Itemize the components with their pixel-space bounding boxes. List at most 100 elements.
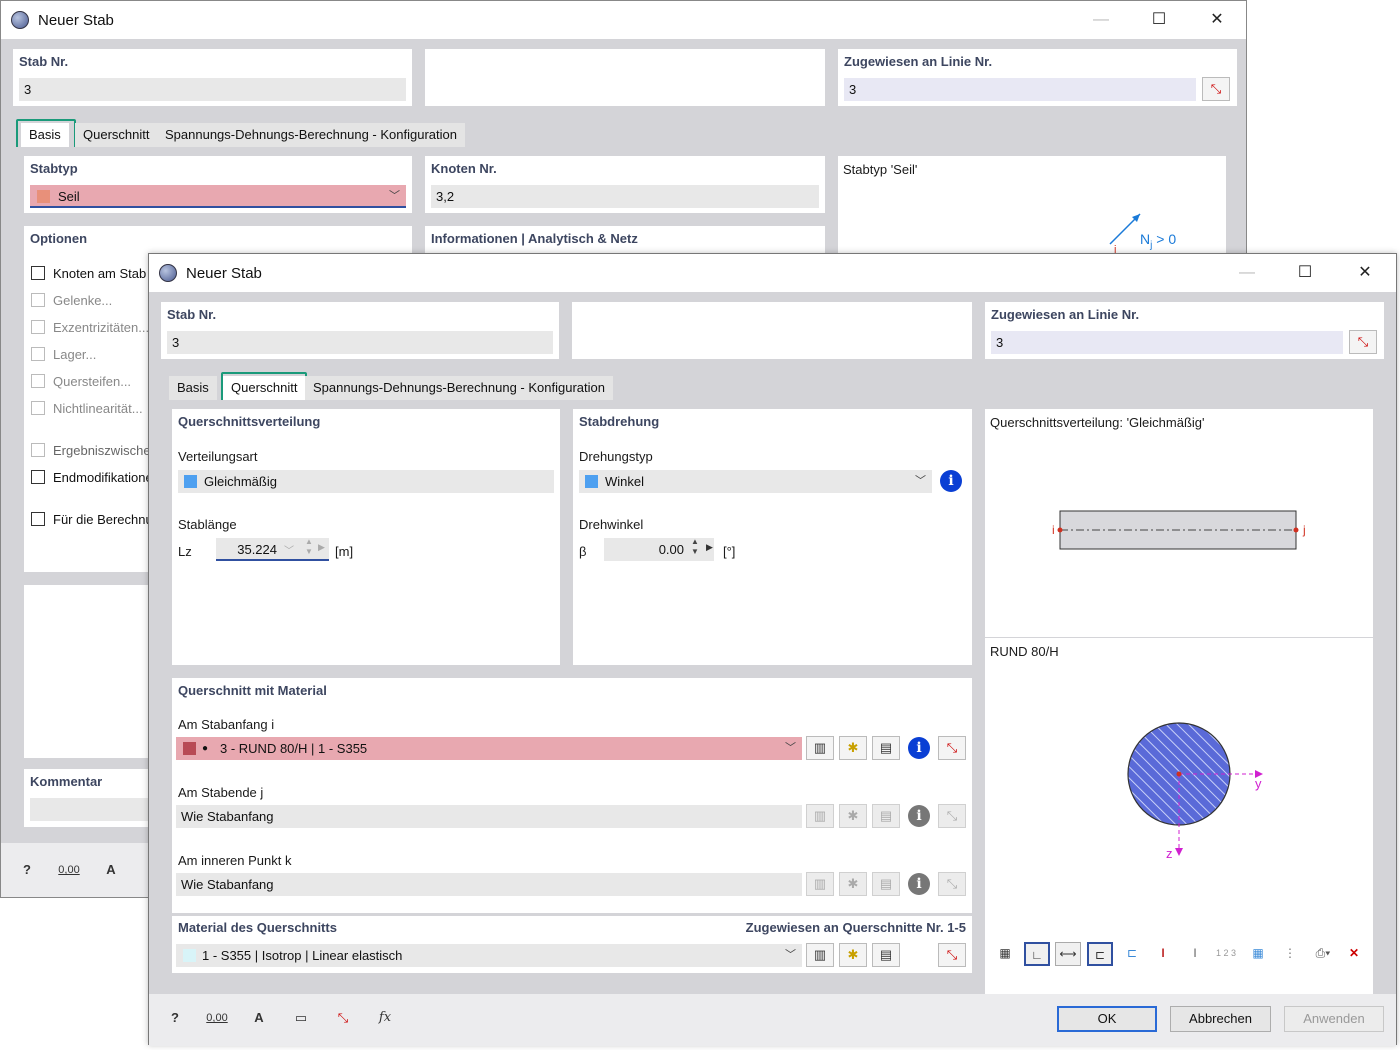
material-value: 1 - S355 | Isotrop | Linear elastisch bbox=[202, 948, 403, 963]
maximize-icon[interactable]: ☐ bbox=[1293, 262, 1317, 284]
checkbox-berechnung[interactable] bbox=[31, 512, 45, 526]
shear-center-icon[interactable]: ⊏ bbox=[1087, 942, 1113, 966]
apply-button[interactable]: Anwenden bbox=[1284, 1006, 1384, 1032]
stabtyp-select[interactable]: Seil ﹀ bbox=[30, 185, 406, 208]
width-dim-icon[interactable]: ⟷ bbox=[1055, 942, 1081, 966]
checkbox-exzentrizitaeten[interactable] bbox=[31, 320, 45, 334]
beta-spin-icon[interactable]: ▲ ▼ bbox=[691, 537, 699, 557]
pick-section-icon[interactable]: ⤡ bbox=[938, 872, 966, 896]
dimension-icon[interactable]: ∟ bbox=[1024, 942, 1050, 966]
edit-section-icon[interactable]: ▤ bbox=[872, 872, 900, 896]
checkbox-quersteifen[interactable] bbox=[31, 374, 45, 388]
numeric-icon[interactable]: 0,00 bbox=[55, 857, 83, 883]
start-section-select[interactable]: ● 3 - RUND 80/H | 1 - S355 ﹀ bbox=[176, 737, 802, 760]
formula-icon[interactable]: fx bbox=[371, 1005, 399, 1031]
new-material-icon[interactable]: ✱ bbox=[839, 943, 867, 967]
library-icon[interactable]: ▥ bbox=[806, 804, 834, 828]
i-section-grey-icon[interactable]: I bbox=[1182, 942, 1208, 966]
minimize-icon[interactable]: — bbox=[1089, 9, 1113, 31]
help-icon[interactable]: ? bbox=[13, 857, 41, 883]
tab-spannungs[interactable]: Spannungs-Dehnungs-Berechnung - Konfigur… bbox=[157, 123, 465, 147]
print-menu-icon[interactable]: ⎙▾ bbox=[1308, 942, 1338, 966]
list-icon[interactable]: ⋮ bbox=[1277, 942, 1303, 966]
verteilung-swatch bbox=[184, 475, 197, 488]
grid-icon[interactable]: ▦ bbox=[1245, 942, 1271, 966]
assigned-field[interactable]: 3 bbox=[991, 331, 1343, 354]
drehungstyp-select[interactable]: Winkel ﹀ bbox=[579, 470, 932, 493]
node-i-label: i bbox=[1052, 523, 1055, 537]
text-format-icon[interactable]: A bbox=[245, 1005, 273, 1031]
inner-label: Am inneren Punkt k bbox=[178, 853, 292, 868]
verteilung-heading: Querschnittsverteilung bbox=[178, 414, 321, 429]
info-icon[interactable]: i bbox=[908, 737, 930, 759]
checkbox-knoten[interactable] bbox=[31, 266, 45, 280]
section-material-panel: Querschnitt mit Material Am Stabanfang i… bbox=[172, 678, 972, 913]
section-preview-panel: RUND 80/H y z ▦ ∟ ⟷ ⊏ ⊏ I I 1 2 3 ▦ ⋮ ⎙▾… bbox=[985, 638, 1373, 994]
library-icon[interactable]: ▥ bbox=[806, 736, 834, 760]
new-section-icon[interactable]: ✱ bbox=[839, 736, 867, 760]
checkbox-lager[interactable] bbox=[31, 347, 45, 361]
info-icon[interactable]: i bbox=[940, 470, 962, 492]
lz-chevron-icon[interactable]: ﹀ bbox=[284, 542, 294, 557]
section-display-icon[interactable]: ▦ bbox=[992, 942, 1018, 966]
lz-step-icon[interactable]: ▶ bbox=[318, 542, 325, 553]
tab-querschnitt[interactable]: Querschnitt bbox=[75, 123, 158, 147]
stab-nr-field[interactable]: 3 bbox=[19, 78, 406, 101]
text-format-icon[interactable]: A bbox=[97, 857, 125, 883]
tab-basis[interactable]: Basis bbox=[169, 376, 217, 400]
checkbox-gelenke[interactable] bbox=[31, 293, 45, 307]
inner-section-field[interactable]: Wie Stabanfang bbox=[176, 873, 802, 896]
pick-line-icon[interactable]: ⤡ bbox=[1349, 330, 1377, 354]
new-section-icon[interactable]: ✱ bbox=[839, 872, 867, 896]
close-icon[interactable]: ✕ bbox=[1205, 9, 1229, 31]
verteilungsart-value: Gleichmäßig bbox=[204, 474, 277, 489]
edit-section-icon[interactable]: ▤ bbox=[872, 804, 900, 828]
lz-spin-icon[interactable]: ▲ ▼ bbox=[305, 537, 313, 557]
ok-button[interactable]: OK bbox=[1057, 1006, 1157, 1032]
stab-nr-label: Stab Nr. bbox=[19, 54, 69, 69]
select-icon[interactable]: ⤡ bbox=[329, 1005, 357, 1031]
end-section-field[interactable]: Wie Stabanfang bbox=[176, 805, 802, 828]
stab-nr-field[interactable]: 3 bbox=[167, 331, 553, 354]
option-label: Quersteifen... bbox=[53, 374, 132, 389]
numbering-icon[interactable]: 1 2 3 bbox=[1213, 942, 1239, 966]
view-icon[interactable]: ▭ bbox=[287, 1005, 315, 1031]
reset-view-icon[interactable]: ✕ bbox=[1341, 942, 1367, 966]
option-label: Exzentrizitäten... bbox=[53, 320, 150, 335]
verteilungsart-field[interactable]: Gleichmäßig bbox=[178, 470, 554, 493]
material-select[interactable]: 1 - S355 | Isotrop | Linear elastisch ﹀ bbox=[176, 944, 802, 967]
option-label: Knoten am Stab bbox=[53, 266, 147, 281]
info-icon[interactable]: i bbox=[908, 873, 930, 895]
start-swatch bbox=[183, 742, 196, 755]
i-section-icon[interactable]: I bbox=[1150, 942, 1176, 966]
pick-section-icon[interactable]: ⤡ bbox=[938, 804, 966, 828]
assigned-label: Zugewiesen an Linie Nr. bbox=[991, 307, 1140, 322]
checkbox-ergebnis[interactable] bbox=[31, 443, 45, 457]
new-section-icon[interactable]: ✱ bbox=[839, 804, 867, 828]
close-icon[interactable]: ✕ bbox=[1353, 262, 1377, 284]
tab-spannungs[interactable]: Spannungs-Dehnungs-Berechnung - Konfigur… bbox=[305, 376, 613, 400]
numeric-icon[interactable]: 0,00 bbox=[203, 1005, 231, 1031]
stress-point-icon[interactable]: ⊏ bbox=[1119, 942, 1145, 966]
pick-line-icon[interactable]: ⤡ bbox=[1202, 77, 1230, 101]
checkbox-endmodifikation[interactable] bbox=[31, 470, 45, 484]
minimize-icon[interactable]: — bbox=[1235, 262, 1259, 284]
assigned-field[interactable]: 3 bbox=[844, 78, 1196, 101]
pick-section-icon[interactable]: ⤡ bbox=[938, 736, 966, 760]
help-icon[interactable]: ? bbox=[161, 1005, 189, 1031]
info-icon[interactable]: i bbox=[908, 805, 930, 827]
edit-section-icon[interactable]: ▤ bbox=[872, 736, 900, 760]
option-label: Lager... bbox=[53, 347, 97, 362]
library-icon[interactable]: ▥ bbox=[806, 872, 834, 896]
beta-step-icon[interactable]: ▶ bbox=[706, 542, 713, 553]
pick-material-icon[interactable]: ⤡ bbox=[938, 943, 966, 967]
knoten-field[interactable]: 3,2 bbox=[431, 185, 819, 208]
kommentar-field[interactable] bbox=[30, 798, 154, 821]
cancel-button[interactable]: Abbrechen bbox=[1170, 1006, 1271, 1032]
front-dialog: Neuer Stab — ☐ ✕ Stab Nr. 3 Zugewiesen a… bbox=[148, 253, 1397, 1046]
edit-material-icon[interactable]: ▤ bbox=[872, 943, 900, 967]
maximize-icon[interactable]: ☐ bbox=[1147, 9, 1171, 31]
drehwinkel-label: Drehwinkel bbox=[579, 517, 644, 532]
checkbox-nichtlinearitaet[interactable] bbox=[31, 401, 45, 415]
material-library-icon[interactable]: ▥ bbox=[806, 943, 834, 967]
